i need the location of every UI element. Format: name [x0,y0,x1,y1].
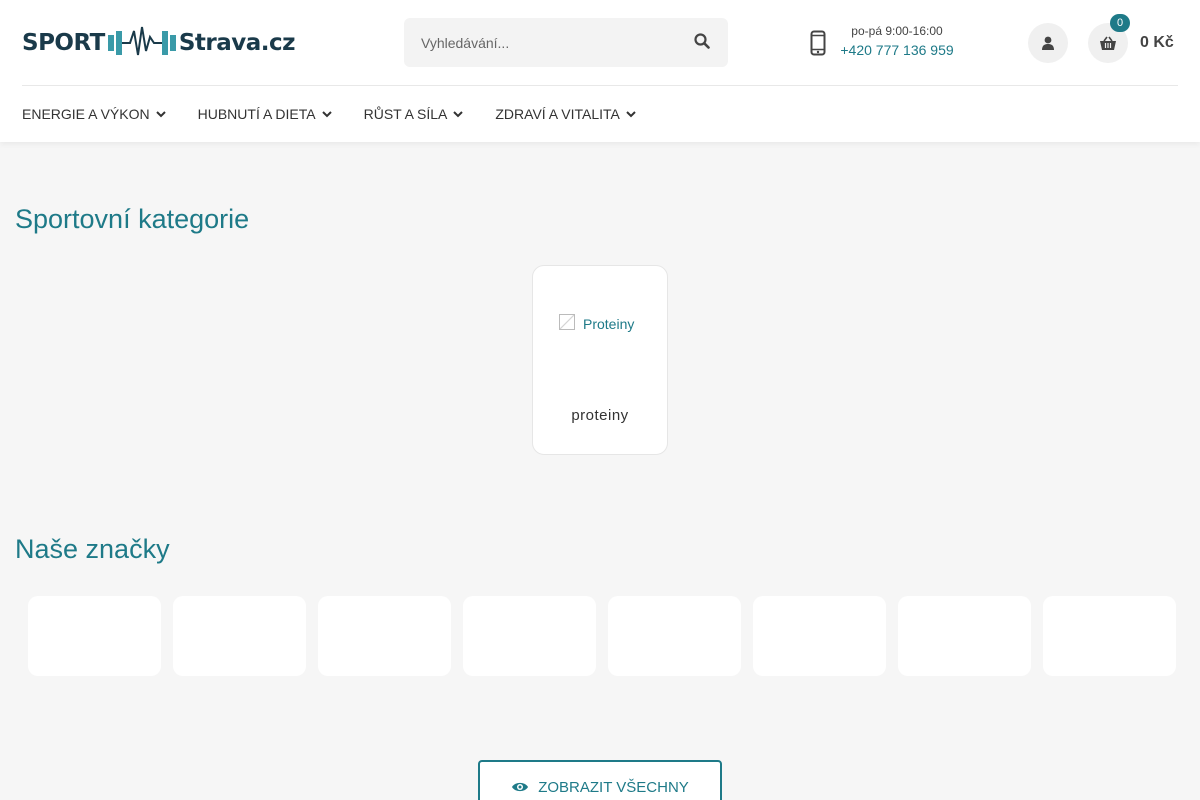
category-card-proteiny[interactable]: Proteiny proteiny [532,265,668,455]
search-input[interactable] [404,18,674,67]
category-image-alt: Proteiny [583,316,635,332]
nav-item-label: ZDRAVÍ A VITALITA [495,106,620,122]
chevron-down-icon [321,110,332,117]
user-icon [1042,36,1054,50]
header-divider [22,85,1178,86]
logo-text-strava: Strava.cz [178,30,296,56]
phone-number-link[interactable]: +420 777 136 959 [840,42,954,58]
brand-card[interactable] [1043,596,1176,676]
cart-total[interactable]: 0 Kč [1140,34,1174,52]
logo-pulse-icon [107,26,176,56]
category-label: proteiny [571,407,629,424]
site-logo[interactable]: SPORT Strava.cz [22,24,304,62]
brand-card[interactable] [898,596,1031,676]
cart-count-badge: 0 [1110,14,1130,32]
brand-card[interactable] [173,596,306,676]
main-nav: ENERGIE A VÝKON HUBNUTÍ A DIETA RŮST A S… [22,104,668,124]
logo-text-sport: SPORT [22,30,105,56]
show-all-label: ZOBRAZIT VŠECHNY [538,779,689,796]
brands-row [28,596,1176,676]
brand-card[interactable] [28,596,161,676]
nav-item-zdravi[interactable]: ZDRAVÍ A VITALITA [495,104,636,124]
basket-icon [1100,36,1116,50]
site-header: SPORT Strava.cz po-pá 9:00-16:00 +420 77… [0,0,1200,142]
category-image: Proteiny [559,314,635,332]
brand-card[interactable] [463,596,596,676]
search-icon[interactable] [694,33,714,53]
eye-icon [512,782,529,792]
nav-item-label: HUBNUTÍ A DIETA [197,106,316,122]
nav-item-label: RŮST A SÍLA [363,106,448,122]
brand-card[interactable] [318,596,451,676]
nav-item-energie[interactable]: ENERGIE A VÝKON [22,104,166,124]
brand-card[interactable] [608,596,741,676]
opening-hours: po-pá 9:00-16:00 [851,24,943,38]
nav-item-hubnuti[interactable]: HUBNUTÍ A DIETA [198,104,332,124]
phone-icon [810,30,828,56]
broken-image-icon [559,314,575,330]
brands-title: Naše značky [15,534,170,564]
nav-item-label: ENERGIE A VÝKON [22,106,150,122]
search-box [404,18,728,67]
account-button[interactable] [1028,23,1068,63]
chevron-down-icon [626,110,636,117]
chevron-down-icon [155,110,166,117]
chevron-down-icon [453,110,464,117]
categories-title: Sportovní kategorie [15,204,250,234]
show-all-brands-button[interactable]: ZOBRAZIT VŠECHNY [478,760,722,800]
brand-card[interactable] [753,596,886,676]
nav-item-rust[interactable]: RŮST A SÍLA [364,104,464,124]
